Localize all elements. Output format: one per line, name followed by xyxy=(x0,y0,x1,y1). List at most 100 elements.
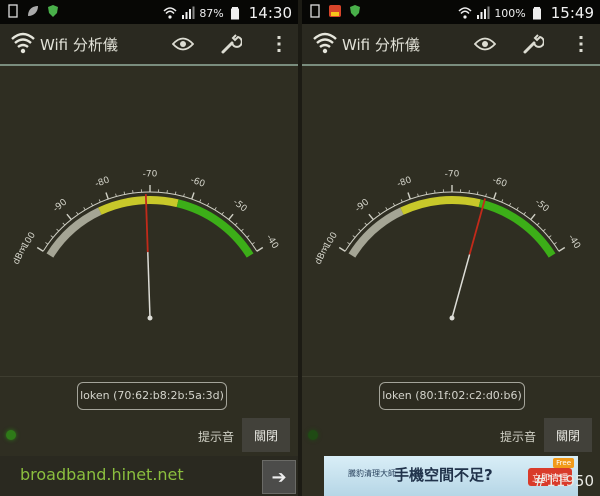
action-bar: Wifi 分析儀 xyxy=(0,24,298,66)
app-title: Wifi 分析儀 xyxy=(342,36,420,54)
gauge-minor-tick xyxy=(385,207,388,211)
gauge-minor-tick xyxy=(508,202,512,206)
gauge-major-tick xyxy=(493,192,497,200)
gauge-minor-tick xyxy=(347,242,351,245)
gauge-minor-tick xyxy=(206,202,210,206)
ad-brand: 騰豹清理大師 xyxy=(348,469,396,478)
gauge-needle-tip xyxy=(468,198,486,255)
ad-free-badge: Free xyxy=(553,458,574,468)
status-led-icon xyxy=(6,430,16,440)
watermark: #11950 xyxy=(533,472,594,490)
app-title: Wifi 分析儀 xyxy=(40,36,118,54)
eye-icon[interactable] xyxy=(472,32,498,56)
sim-card-icon xyxy=(310,4,320,18)
gauge-minor-tick xyxy=(358,228,362,232)
gauge-minor-tick xyxy=(523,211,526,215)
gauge-minor-tick xyxy=(553,242,557,245)
gauge-minor-tick xyxy=(364,222,368,226)
gauge-minor-tick xyxy=(240,228,244,232)
gauge-tick-label: -40 xyxy=(566,233,582,251)
eye-icon[interactable] xyxy=(170,32,196,56)
sim-card-icon xyxy=(8,4,18,18)
battery-percent: 87% xyxy=(199,6,224,20)
gauge-major-tick xyxy=(338,246,346,252)
signal-gauge: -100-90-80-70-60-50-40dBm xyxy=(314,170,582,321)
gauge-minor-tick xyxy=(234,222,238,226)
gauge-minor-tick xyxy=(548,235,552,238)
gauge-minor-tick xyxy=(400,199,403,203)
gauge-minor-tick xyxy=(392,202,396,206)
gauge-minor-tick xyxy=(56,228,60,232)
gauge-needle-pivot xyxy=(449,315,455,321)
divider-line xyxy=(0,376,298,377)
wrench-icon[interactable] xyxy=(218,32,244,56)
signal-gauge: -100-90-80-70-60-50-40dBm xyxy=(12,170,280,321)
gauge-minor-tick xyxy=(115,193,117,197)
gauge-minor-tick xyxy=(485,193,487,197)
gauge-major-tick xyxy=(407,192,411,200)
gauge-minor-tick xyxy=(378,211,381,215)
action-bar: Wifi 分析儀 xyxy=(302,24,600,66)
gauge-major-tick xyxy=(558,246,566,252)
shield-icon xyxy=(48,5,58,17)
gauge-tick-label: -50 xyxy=(533,197,551,214)
overflow-menu-icon[interactable] xyxy=(568,32,594,56)
shield-icon xyxy=(350,5,360,17)
gauge-tick-label: -60 xyxy=(491,175,508,189)
gauge-major-tick xyxy=(228,213,234,221)
gauge-minor-tick xyxy=(417,193,419,197)
gauge-needle xyxy=(451,254,471,319)
gauge-tick-label: -40 xyxy=(264,233,280,251)
sound-toggle-button[interactable]: 關閉 xyxy=(242,418,290,452)
gauge-tick-label: -90 xyxy=(51,197,69,214)
gauge-major-tick xyxy=(105,192,109,200)
sound-row: 提示音 關閉 xyxy=(0,418,298,454)
gauge-major-tick xyxy=(36,246,44,252)
ssid-selector[interactable]: loken (80:1f:02:c2:d0:b6) xyxy=(379,382,525,410)
gauge-minor-tick xyxy=(76,211,79,215)
gauge-minor-tick xyxy=(50,235,54,238)
gauge-tick-label: -80 xyxy=(94,175,111,189)
ad-text[interactable]: 手機空間不足? xyxy=(394,464,493,485)
battery-percent: 100% xyxy=(494,6,526,20)
gauge-minor-tick xyxy=(251,242,255,245)
sound-alert-label: 提示音 xyxy=(499,430,536,444)
ad-banner[interactable]: broadband.hinet.net ➔ xyxy=(0,456,298,496)
gauge-tick-label: -70 xyxy=(445,170,460,180)
overflow-menu-icon[interactable] xyxy=(266,32,292,56)
clock: 15:49 xyxy=(550,4,594,22)
gauge-minor-tick xyxy=(536,222,540,226)
ad-text[interactable]: broadband.hinet.net xyxy=(20,465,184,484)
gauge-major-tick xyxy=(530,213,536,221)
wrench-icon[interactable] xyxy=(520,32,546,56)
gauge-minor-tick xyxy=(516,207,519,211)
wifi-signal-icon xyxy=(163,7,177,19)
gauge-unit-label: dBm xyxy=(12,243,30,266)
gauge-tick-label: -60 xyxy=(189,175,206,189)
status-bar: 100% 15:49 xyxy=(302,0,600,24)
sound-toggle-button[interactable]: 關閉 xyxy=(544,418,592,452)
gauge-tick-label: -50 xyxy=(231,197,249,214)
gauge-minor-tick xyxy=(501,199,504,203)
gauge-arc-weak xyxy=(348,207,404,258)
gauge-tick-label: -70 xyxy=(143,170,158,180)
gauge-minor-tick xyxy=(83,207,86,211)
wifi-analyzer-screen-right: 100% 15:49 Wifi 分析儀 -100 -90 -80 -70 -60 -50-… xyxy=(302,0,600,496)
gauge-needle-pivot xyxy=(147,315,153,321)
cell-signal-icon xyxy=(182,6,195,19)
battery-icon xyxy=(230,7,239,20)
ssid-selector[interactable]: loken (70:62:b8:2b:5a:3d) xyxy=(77,382,227,410)
leaf-icon xyxy=(28,6,38,16)
gauge-minor-tick xyxy=(199,199,202,203)
arrow-right-icon[interactable]: ➔ xyxy=(262,460,296,494)
gauge-needle xyxy=(147,252,151,319)
gauge-minor-tick xyxy=(183,193,185,197)
wifi-analyzer-screen-left: 87% 14:30 Wifi 分析儀 -100 -90 -80 -70 -60 -50 -4… xyxy=(0,0,298,496)
wifi-signal-icon xyxy=(458,7,472,19)
status-bar: 87% 14:30 xyxy=(0,0,298,24)
battery-icon xyxy=(532,7,541,20)
status-led-icon xyxy=(308,430,318,440)
gauge-arc-fair xyxy=(400,196,481,215)
gauge-minor-tick xyxy=(221,211,224,215)
clock: 14:30 xyxy=(248,4,292,22)
